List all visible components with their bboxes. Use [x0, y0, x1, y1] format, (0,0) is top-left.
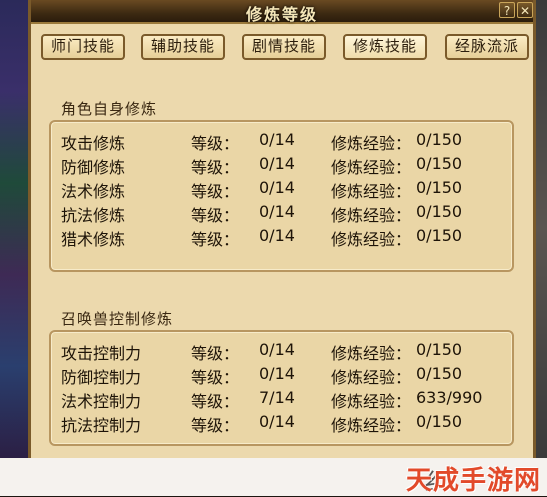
exp-label: 修炼经验：	[331, 230, 412, 249]
exp-value: 0/150	[416, 154, 463, 173]
exp-value: 0/150	[416, 226, 463, 245]
close-button[interactable]: ✕	[517, 2, 533, 18]
tab-cultivation-skills[interactable]: 修炼技能	[343, 34, 427, 60]
skill-name: 法术控制力	[61, 392, 142, 411]
exp-value: 0/150	[416, 178, 463, 197]
skill-name: 猎术修炼	[61, 230, 126, 249]
level-value: 0/14	[259, 178, 295, 197]
exp-label: 修炼经验：	[331, 182, 412, 201]
exp-label: 修炼经验：	[331, 392, 412, 411]
level-value: 0/14	[259, 130, 295, 149]
skill-name: 攻击修炼	[61, 134, 126, 153]
skill-name: 防御修炼	[61, 158, 126, 177]
pet-control-cultivation-panel: 攻击控制力 等级： 0/14 修炼经验： 0/150 防御控制力 等级： 0/1…	[49, 330, 514, 446]
skill-name: 抗法修炼	[61, 206, 126, 225]
skill-name: 防御控制力	[61, 368, 142, 387]
tab-meridian-school[interactable]: 经脉流派	[445, 34, 529, 60]
level-label: 等级：	[191, 392, 240, 411]
watermark-band: 纟 天成手游网	[0, 458, 547, 496]
section-title-pet-control: 召唤兽控制修炼	[61, 310, 174, 328]
skill-name: 抗法控制力	[61, 416, 142, 435]
title-bar[interactable]: 修炼等级 ? ✕	[31, 0, 533, 24]
help-button[interactable]: ?	[499, 2, 515, 18]
level-value: 0/14	[259, 226, 295, 245]
exp-value: 0/150	[416, 130, 463, 149]
table-row: 法术控制力 等级： 7/14 修炼经验： 633/990	[51, 388, 512, 412]
exp-value: 0/150	[416, 412, 463, 431]
table-row: 抗法控制力 等级： 0/14 修炼经验： 0/150	[51, 412, 512, 436]
exp-value: 0/150	[416, 364, 463, 383]
table-row: 攻击控制力 等级： 0/14 修炼经验： 0/150	[51, 340, 512, 364]
exp-value: 633/990	[416, 388, 483, 407]
exp-value: 0/150	[416, 340, 463, 359]
background-game-scene-left	[0, 0, 30, 458]
tab-support-skills[interactable]: 辅助技能	[141, 34, 225, 60]
table-row: 法术修炼 等级： 0/14 修炼经验： 0/150	[51, 178, 512, 202]
level-label: 等级：	[191, 416, 240, 435]
exp-label: 修炼经验：	[331, 206, 412, 225]
level-label: 等级：	[191, 134, 240, 153]
level-value: 0/14	[259, 340, 295, 359]
level-value: 7/14	[259, 388, 295, 407]
level-label: 等级：	[191, 368, 240, 387]
level-label: 等级：	[191, 182, 240, 201]
level-label: 等级：	[191, 344, 240, 363]
cultivation-level-window: 修炼等级 ? ✕ 师门技能 辅助技能 剧情技能 修炼技能 经脉流派 角色自身修炼…	[28, 0, 536, 458]
level-value: 0/14	[259, 412, 295, 431]
table-row: 防御控制力 等级： 0/14 修炼经验： 0/150	[51, 364, 512, 388]
level-label: 等级：	[191, 158, 240, 177]
exp-label: 修炼经验：	[331, 134, 412, 153]
table-row: 抗法修炼 等级： 0/14 修炼经验： 0/150	[51, 202, 512, 226]
window-title: 修炼等级	[245, 5, 318, 24]
table-row: 攻击修炼 等级： 0/14 修炼经验： 0/150	[51, 130, 512, 154]
level-label: 等级：	[191, 230, 240, 249]
skill-name: 法术修炼	[61, 182, 126, 201]
exp-label: 修炼经验：	[331, 158, 412, 177]
level-value: 0/14	[259, 364, 295, 383]
level-label: 等级：	[191, 206, 240, 225]
skill-name: 攻击控制力	[61, 344, 142, 363]
exp-value: 0/150	[416, 202, 463, 221]
exp-label: 修炼经验：	[331, 344, 412, 363]
section-title-character: 角色自身修炼	[61, 100, 158, 118]
table-row: 猎术修炼 等级： 0/14 修炼经验： 0/150	[51, 226, 512, 250]
tab-story-skills[interactable]: 剧情技能	[242, 34, 326, 60]
background-game-scene-right	[535, 0, 547, 458]
level-value: 0/14	[259, 202, 295, 221]
watermark-logo: 天成手游网	[405, 466, 541, 496]
exp-label: 修炼经验：	[331, 368, 412, 387]
character-cultivation-panel: 攻击修炼 等级： 0/14 修炼经验： 0/150 防御修炼 等级： 0/14 …	[49, 120, 514, 272]
level-value: 0/14	[259, 154, 295, 173]
exp-label: 修炼经验：	[331, 416, 412, 435]
tab-school-skills[interactable]: 师门技能	[41, 34, 125, 60]
table-row: 防御修炼 等级： 0/14 修炼经验： 0/150	[51, 154, 512, 178]
